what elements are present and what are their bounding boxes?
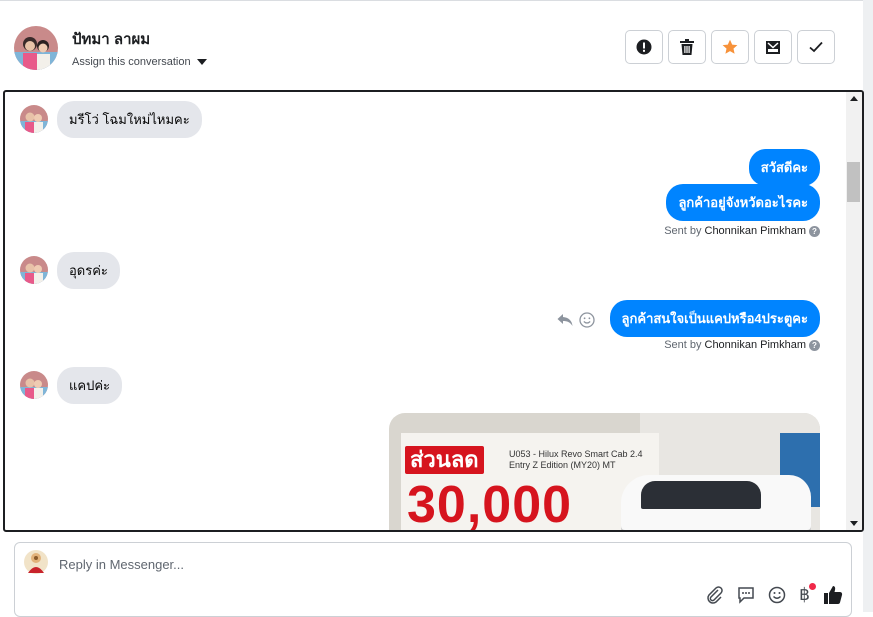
right-rail [863,0,873,612]
promo-image-attachment[interactable]: ส่วนลด U053 - Hilux Revo Smart Cab 2.4 E… [389,413,820,532]
payment-baht-icon[interactable]: ฿ [799,583,816,605]
star-button[interactable] [711,30,749,64]
conversation-header: ปัทมา ลาผม Assign this conversation [0,0,863,90]
saved-replies-icon[interactable] [737,586,755,604]
sent-by-line: Sent by Chonnikan Pimkham ? [664,339,820,351]
customer-avatar [20,105,48,133]
assign-label: Assign this conversation [72,56,191,68]
conversation-actions [625,30,835,64]
help-icon[interactable]: ? [809,225,820,237]
sender-name[interactable]: Chonnikan Pimkham [705,225,807,237]
message-thread[interactable]: มรีโว่ โฉมใหม่ไหมคะ สวัสดีคะ ลูกค้าอยู่จ… [3,90,864,532]
contact-name: ปัทมา ลาผม [72,31,151,48]
promo-discount-amount: 30,000 [407,476,573,532]
help-icon[interactable]: ? [809,339,820,351]
star-icon [722,39,738,54]
mark-spam-button[interactable] [625,30,663,64]
assign-conversation-dropdown[interactable]: Assign this conversation [72,56,207,68]
customer-avatar [20,256,48,284]
customer-avatar [20,371,48,399]
incoming-message[interactable]: มรีโว่ โฉมใหม่ไหมคะ [57,101,202,138]
sent-by-prefix: Sent by [664,339,702,351]
outgoing-message[interactable]: สวัสดีคะ [748,149,820,186]
scroll-thumb[interactable] [847,162,860,202]
page-avatar [23,549,49,577]
reply-composer: Reply in Messenger... ฿ [14,542,852,617]
paperclip-icon[interactable] [706,586,724,604]
sent-by-line: Sent by Chonnikan Pimkham ? [664,225,820,237]
thumbs-up-icon[interactable] [823,585,843,605]
envelope-icon [766,41,780,54]
delete-button[interactable] [668,30,706,64]
reply-input[interactable]: Reply in Messenger... [59,557,184,572]
incoming-message[interactable]: แคปค่ะ [57,367,123,404]
trash-icon [680,39,694,55]
alert-icon [636,39,652,55]
thread-scrollbar[interactable] [846,92,862,530]
sent-by-prefix: Sent by [664,225,702,237]
check-icon [809,41,823,53]
scroll-up-arrow-icon[interactable] [850,96,858,101]
outgoing-message[interactable]: ลูกค้าสนใจเป็นแคปหรือ4ประตูคะ [609,300,820,337]
notification-dot [809,583,816,590]
emoji-icon[interactable] [768,586,786,604]
composer-tools: ฿ [706,583,843,605]
promo-model-caption: U053 - Hilux Revo Smart Cab 2.4 Entry Z … [509,449,643,470]
mark-unread-button[interactable] [754,30,792,64]
incoming-message[interactable]: อุดรค่ะ [57,252,120,289]
outgoing-message[interactable]: ลูกค้าอยู่จังหวัดอะไรคะ [666,184,820,221]
message-hover-actions [557,312,595,328]
promo-sale-label: ส่วนลด [405,446,484,474]
reply-icon[interactable] [557,313,573,327]
contact-avatar[interactable] [14,26,58,70]
caret-down-icon [196,59,207,65]
emoji-reaction-icon[interactable] [579,312,595,328]
mark-done-button[interactable] [797,30,835,64]
sender-name[interactable]: Chonnikan Pimkham [705,339,807,351]
scroll-down-arrow-icon[interactable] [850,521,858,526]
